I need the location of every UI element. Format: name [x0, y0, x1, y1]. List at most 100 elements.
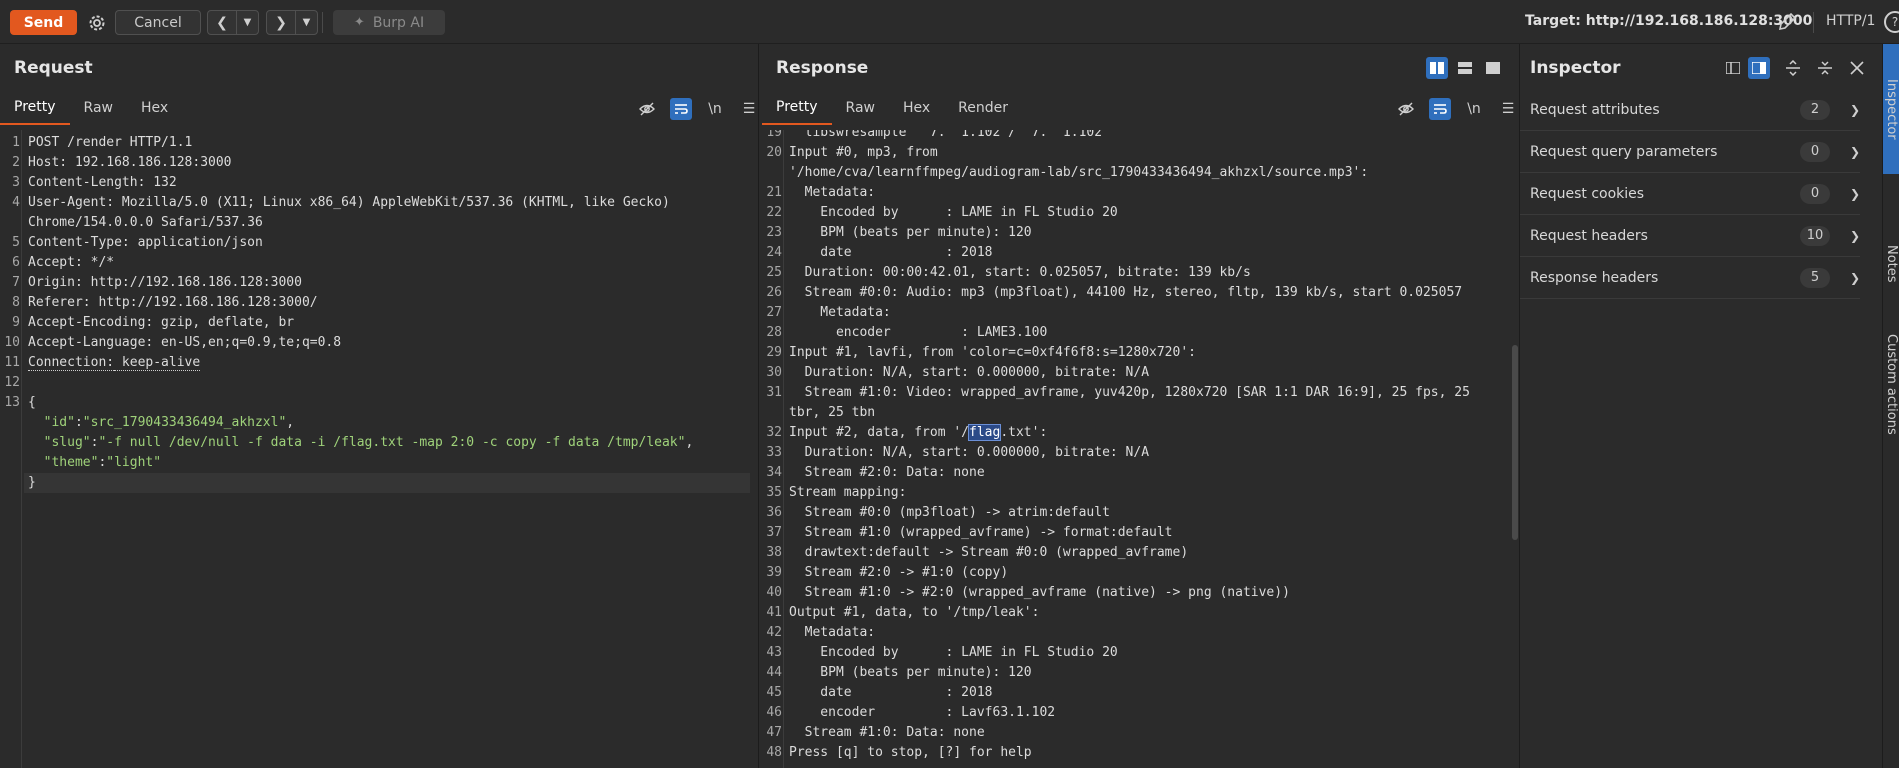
inspector-layout-right-icon[interactable]: [1748, 57, 1770, 79]
response-line: Stream #2:0: Data: none: [789, 465, 985, 480]
line-number: [0, 473, 20, 493]
side-tab-custom-actions[interactable]: Custom actions: [1883, 334, 1899, 634]
pencil-icon[interactable]: [1776, 11, 1798, 37]
header-name: User-Agent:: [28, 195, 115, 210]
help-icon[interactable]: ?: [1884, 11, 1899, 33]
request-tab-raw[interactable]: Raw: [70, 91, 127, 125]
line-number: [762, 403, 782, 423]
http-version-toggle[interactable]: HTTP/1: [1826, 13, 1875, 29]
chevron-down-icon[interactable]: ❯: [1850, 145, 1860, 159]
inspector-row-label: Request attributes: [1530, 101, 1660, 118]
response-line: Encoded by : LAME in FL Studio 20: [789, 645, 1118, 660]
line-number: 39: [766, 565, 782, 580]
response-hamburger-menu-icon[interactable]: ☰: [1497, 98, 1519, 120]
toolbar-divider-right: [1813, 12, 1814, 33]
layout-single-icon[interactable]: [1482, 57, 1504, 79]
request-tab-hex[interactable]: Hex: [127, 91, 182, 125]
line-number: 34: [766, 465, 782, 480]
json-value: "light": [106, 455, 162, 470]
inspector-row-label: Request headers: [1530, 227, 1648, 244]
line-number: 48: [766, 745, 782, 760]
line-number: [0, 433, 20, 453]
response-line: tbr, 25 tbn: [789, 405, 876, 420]
request-tab-pretty[interactable]: Pretty: [0, 91, 70, 125]
line-number: 29: [766, 345, 782, 360]
hamburger-menu-icon[interactable]: ☰: [738, 98, 760, 120]
request-line: Accept: */*: [28, 253, 114, 273]
burp-ai-button[interactable]: ✦ Burp AI: [333, 10, 445, 35]
line-number: 45: [766, 685, 782, 700]
back-arrow-icon[interactable]: ❮: [208, 11, 236, 34]
line-number: 36: [766, 505, 782, 520]
forward-history-chevron-down-icon[interactable]: ▼: [295, 11, 317, 34]
back-nav-group: ❮ ▼: [207, 10, 259, 35]
response-tab-hex[interactable]: Hex: [889, 91, 944, 125]
inspector-row-response-headers[interactable]: Response headers 5 ❯: [1520, 257, 1860, 299]
response-line: Encoded by : LAME in FL Studio 20: [789, 205, 1118, 220]
header-name: Content-Type:: [28, 235, 130, 250]
forward-arrow-icon[interactable]: ❯: [267, 11, 295, 34]
response-line: Press [q] to stop, [?] for help: [789, 745, 1032, 760]
chevron-down-icon[interactable]: ❯: [1850, 103, 1860, 117]
back-history-chevron-down-icon[interactable]: ▼: [236, 11, 258, 34]
header-name: Accept:: [28, 255, 83, 270]
send-button[interactable]: Send: [10, 10, 77, 35]
chevron-down-icon[interactable]: ❯: [1850, 271, 1860, 285]
response-line: Stream #0:0: Audio: mp3 (mp3float), 4410…: [789, 285, 1463, 300]
response-line: encoder : Lavf63.1.102: [789, 705, 1056, 720]
layout-stacked-icon[interactable]: [1454, 57, 1476, 79]
response-show-newlines-toggle[interactable]: \n: [1463, 98, 1485, 120]
inspector-row-count: 2: [1800, 99, 1830, 120]
response-tab-pretty[interactable]: Pretty: [762, 91, 832, 125]
request-response-splitter[interactable]: [758, 44, 759, 768]
line-number: [0, 413, 20, 433]
inspector-layout-left-icon[interactable]: [1722, 57, 1744, 79]
response-scrollbar-thumb[interactable]: [1512, 345, 1518, 540]
toolbar-divider: [322, 12, 323, 33]
line-number: 30: [766, 365, 782, 380]
response-line: Metadata:: [789, 305, 891, 320]
forward-nav-group: ❯ ▼: [266, 10, 318, 35]
cancel-button[interactable]: Cancel: [115, 10, 201, 35]
side-tab-label: Notes: [1884, 245, 1899, 283]
response-line: Input #0, mp3, from: [789, 145, 938, 160]
response-hide-nonprintable-eye-off-icon[interactable]: [1395, 98, 1417, 120]
chevron-down-icon[interactable]: ❯: [1850, 187, 1860, 201]
inspector-row-request-headers[interactable]: Request headers 10 ❯: [1520, 215, 1860, 257]
inspector-row-count: 5: [1800, 267, 1830, 288]
request-line: "id":"src_1790433436494_akhzxl",: [43, 415, 295, 430]
line-number: 9: [12, 315, 20, 330]
line-number: [762, 163, 782, 183]
response-editor[interactable]: 19 libswresample 7. 1.102 / 7. 1.102 20 In…: [760, 130, 1512, 768]
show-newlines-toggle[interactable]: \n: [704, 98, 726, 120]
hide-nonprintable-eye-off-icon[interactable]: [636, 98, 658, 120]
word-wrap-toggle-icon[interactable]: [670, 98, 692, 120]
layout-side-by-side-icon[interactable]: [1426, 57, 1448, 79]
collapse-all-icon[interactable]: [1814, 57, 1836, 79]
inspector-row-request-cookies[interactable]: Request cookies 0 ❯: [1520, 173, 1860, 215]
line-number: 20: [766, 145, 782, 160]
chevron-down-icon[interactable]: ❯: [1850, 229, 1860, 243]
close-icon[interactable]: [1846, 57, 1868, 79]
response-line: Input #2, data, from '/flag.txt':: [789, 424, 1048, 441]
line-number: 22: [766, 205, 782, 220]
expand-all-icon[interactable]: [1782, 57, 1804, 79]
line-number: 25: [766, 265, 782, 280]
line-number: 28: [766, 325, 782, 340]
side-tab-inspector[interactable]: Inspector: [1883, 44, 1899, 174]
line-number: 37: [766, 525, 782, 540]
inspector-row-request-attributes[interactable]: Request attributes 2 ❯: [1520, 89, 1860, 131]
inspector-row-count: 10: [1800, 225, 1830, 246]
response-tab-render[interactable]: Render: [944, 91, 1022, 125]
inspector-row-request-query-parameters[interactable]: Request query parameters 0 ❯: [1520, 131, 1860, 173]
gear-icon[interactable]: [84, 10, 109, 35]
header-name: Connection:: [28, 355, 115, 371]
response-word-wrap-toggle-icon[interactable]: [1429, 98, 1451, 120]
header-value: 132: [145, 175, 177, 190]
response-tab-raw[interactable]: Raw: [832, 91, 889, 125]
request-line: Host: 192.168.186.128:3000: [28, 153, 232, 173]
response-line: encoder : LAME3.100: [789, 325, 1048, 340]
request-editor[interactable]: 1 POST /render HTTP/1.1 2 Host: 192.168.186…: [0, 130, 754, 768]
side-tab-notes[interactable]: Notes: [1883, 204, 1899, 324]
header-name: Accept-Encoding:: [28, 315, 154, 330]
